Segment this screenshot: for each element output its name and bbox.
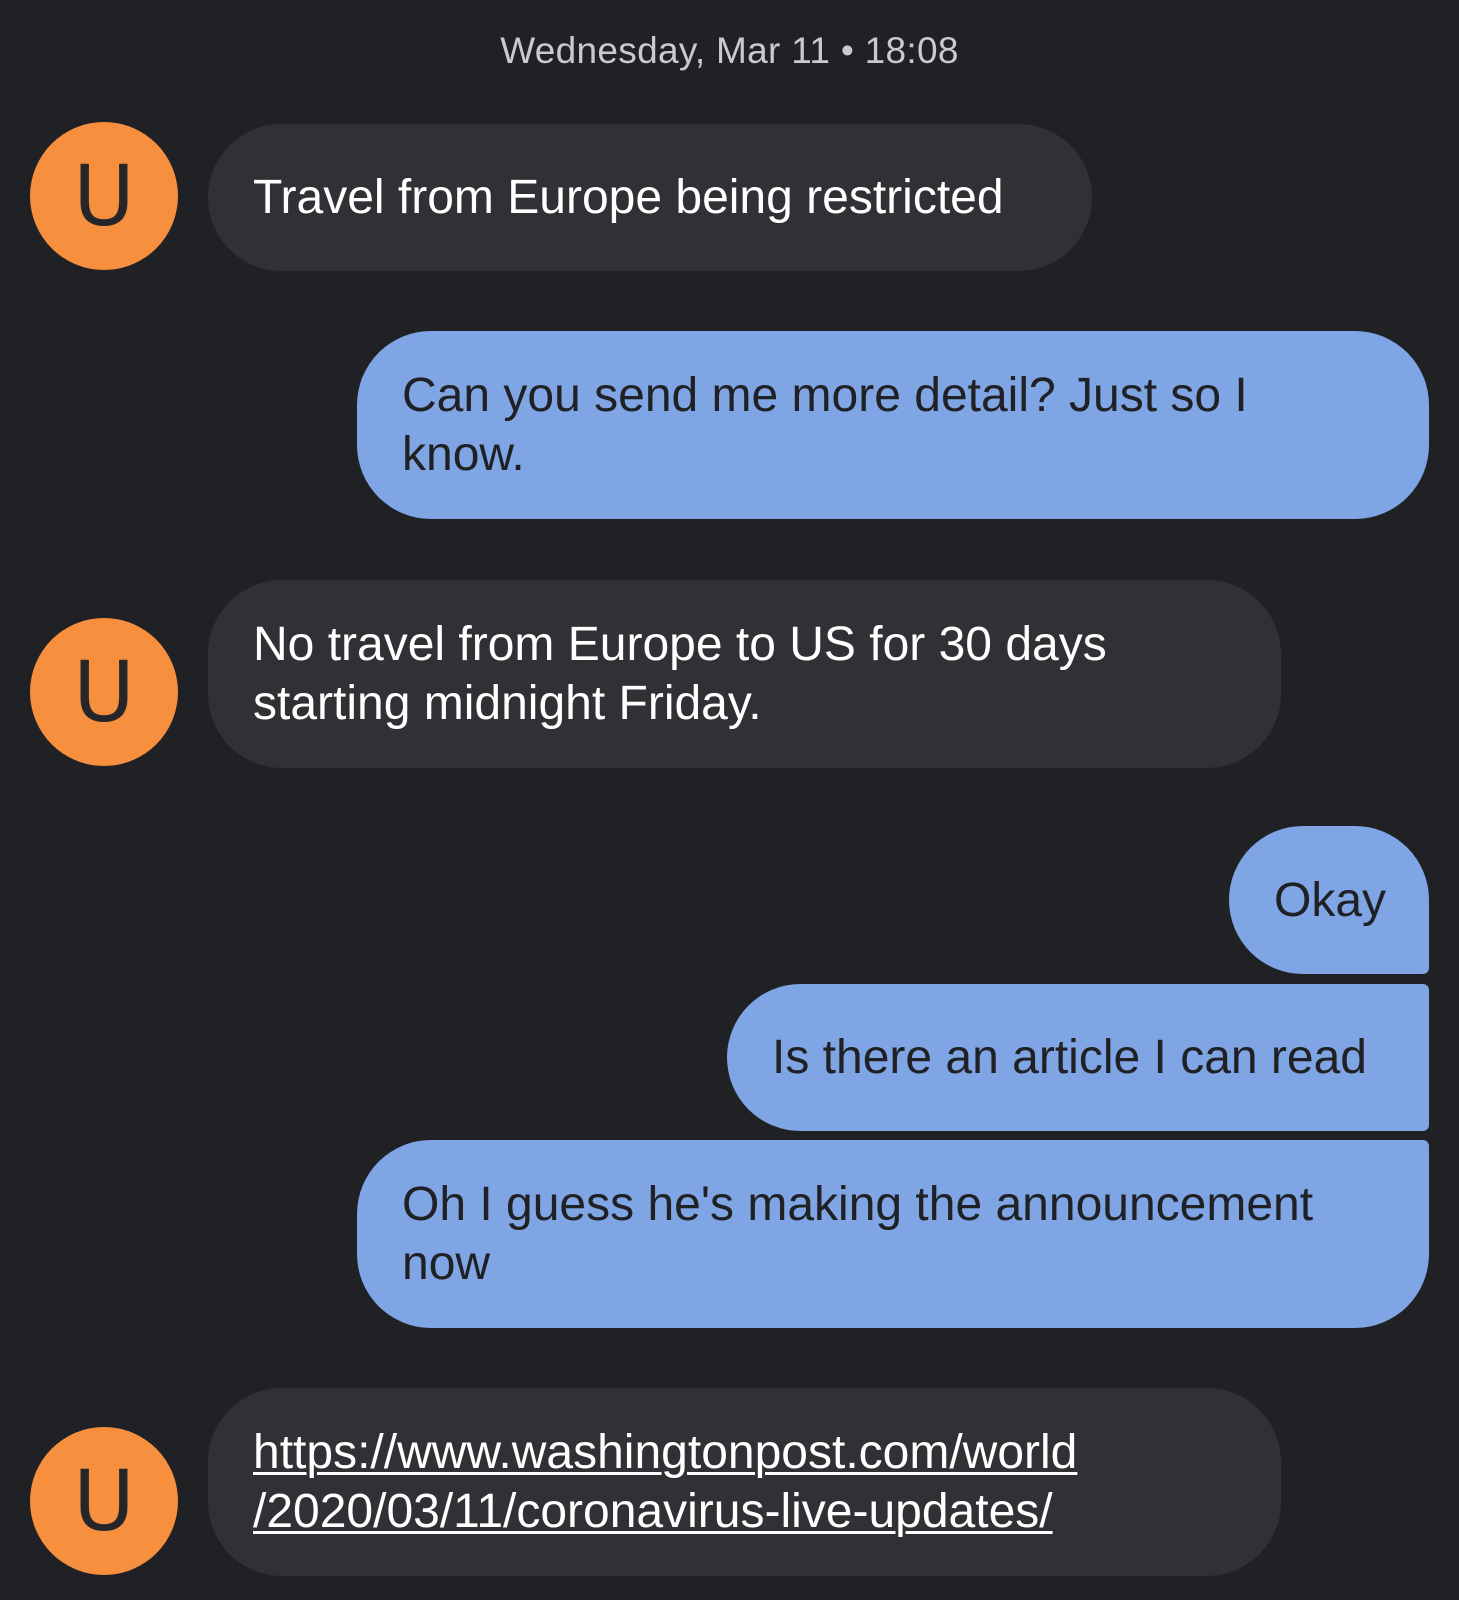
message-text: Travel from Europe being restricted xyxy=(253,171,1004,224)
message-line: No travel from Europe to US for 30 days xyxy=(253,618,1107,671)
message-text: No travel from Europe to US for 30 days … xyxy=(253,615,1236,733)
message-link[interactable]: https://www.washingtonpost.com/world /20… xyxy=(253,1423,1236,1541)
outgoing-message-bubble[interactable]: Okay xyxy=(1229,826,1429,974)
outgoing-message-bubble[interactable]: Can you send me more detail? Just so I k… xyxy=(357,331,1429,519)
message-line: know. xyxy=(402,428,525,481)
conversation-timestamp: Wednesday, Mar 11 • 18:08 xyxy=(500,30,959,71)
message-line: now xyxy=(402,1237,491,1290)
message-text: Oh I guess he's making the announcement … xyxy=(402,1175,1384,1293)
contact-avatar[interactable]: U xyxy=(30,618,178,766)
message-text: Can you send me more detail? Just so I k… xyxy=(402,366,1384,484)
incoming-message-bubble[interactable]: https://www.washingtonpost.com/world /20… xyxy=(208,1388,1281,1576)
incoming-message-bubble[interactable]: No travel from Europe to US for 30 days … xyxy=(208,580,1281,768)
message-text: Okay xyxy=(1274,873,1387,927)
contact-avatar[interactable]: U xyxy=(30,1427,178,1575)
message-text: Is there an article I can read xyxy=(772,1031,1367,1084)
message-line: starting midnight Friday. xyxy=(253,677,762,730)
message-line: Oh I guess he's making the announcement xyxy=(402,1178,1314,1231)
outgoing-message-bubble[interactable]: Oh I guess he's making the announcement … xyxy=(357,1140,1429,1328)
incoming-message-bubble[interactable]: Travel from Europe being restricted xyxy=(208,124,1092,271)
contact-avatar[interactable]: U xyxy=(30,122,178,270)
message-line: Can you send me more detail? Just so I xyxy=(402,369,1248,422)
message-line: /2020/03/11/coronavirus-live-updates/ xyxy=(253,1485,1053,1538)
message-line: https://www.washingtonpost.com/world xyxy=(253,1426,1078,1479)
outgoing-message-bubble[interactable]: Is there an article I can read xyxy=(727,984,1429,1131)
